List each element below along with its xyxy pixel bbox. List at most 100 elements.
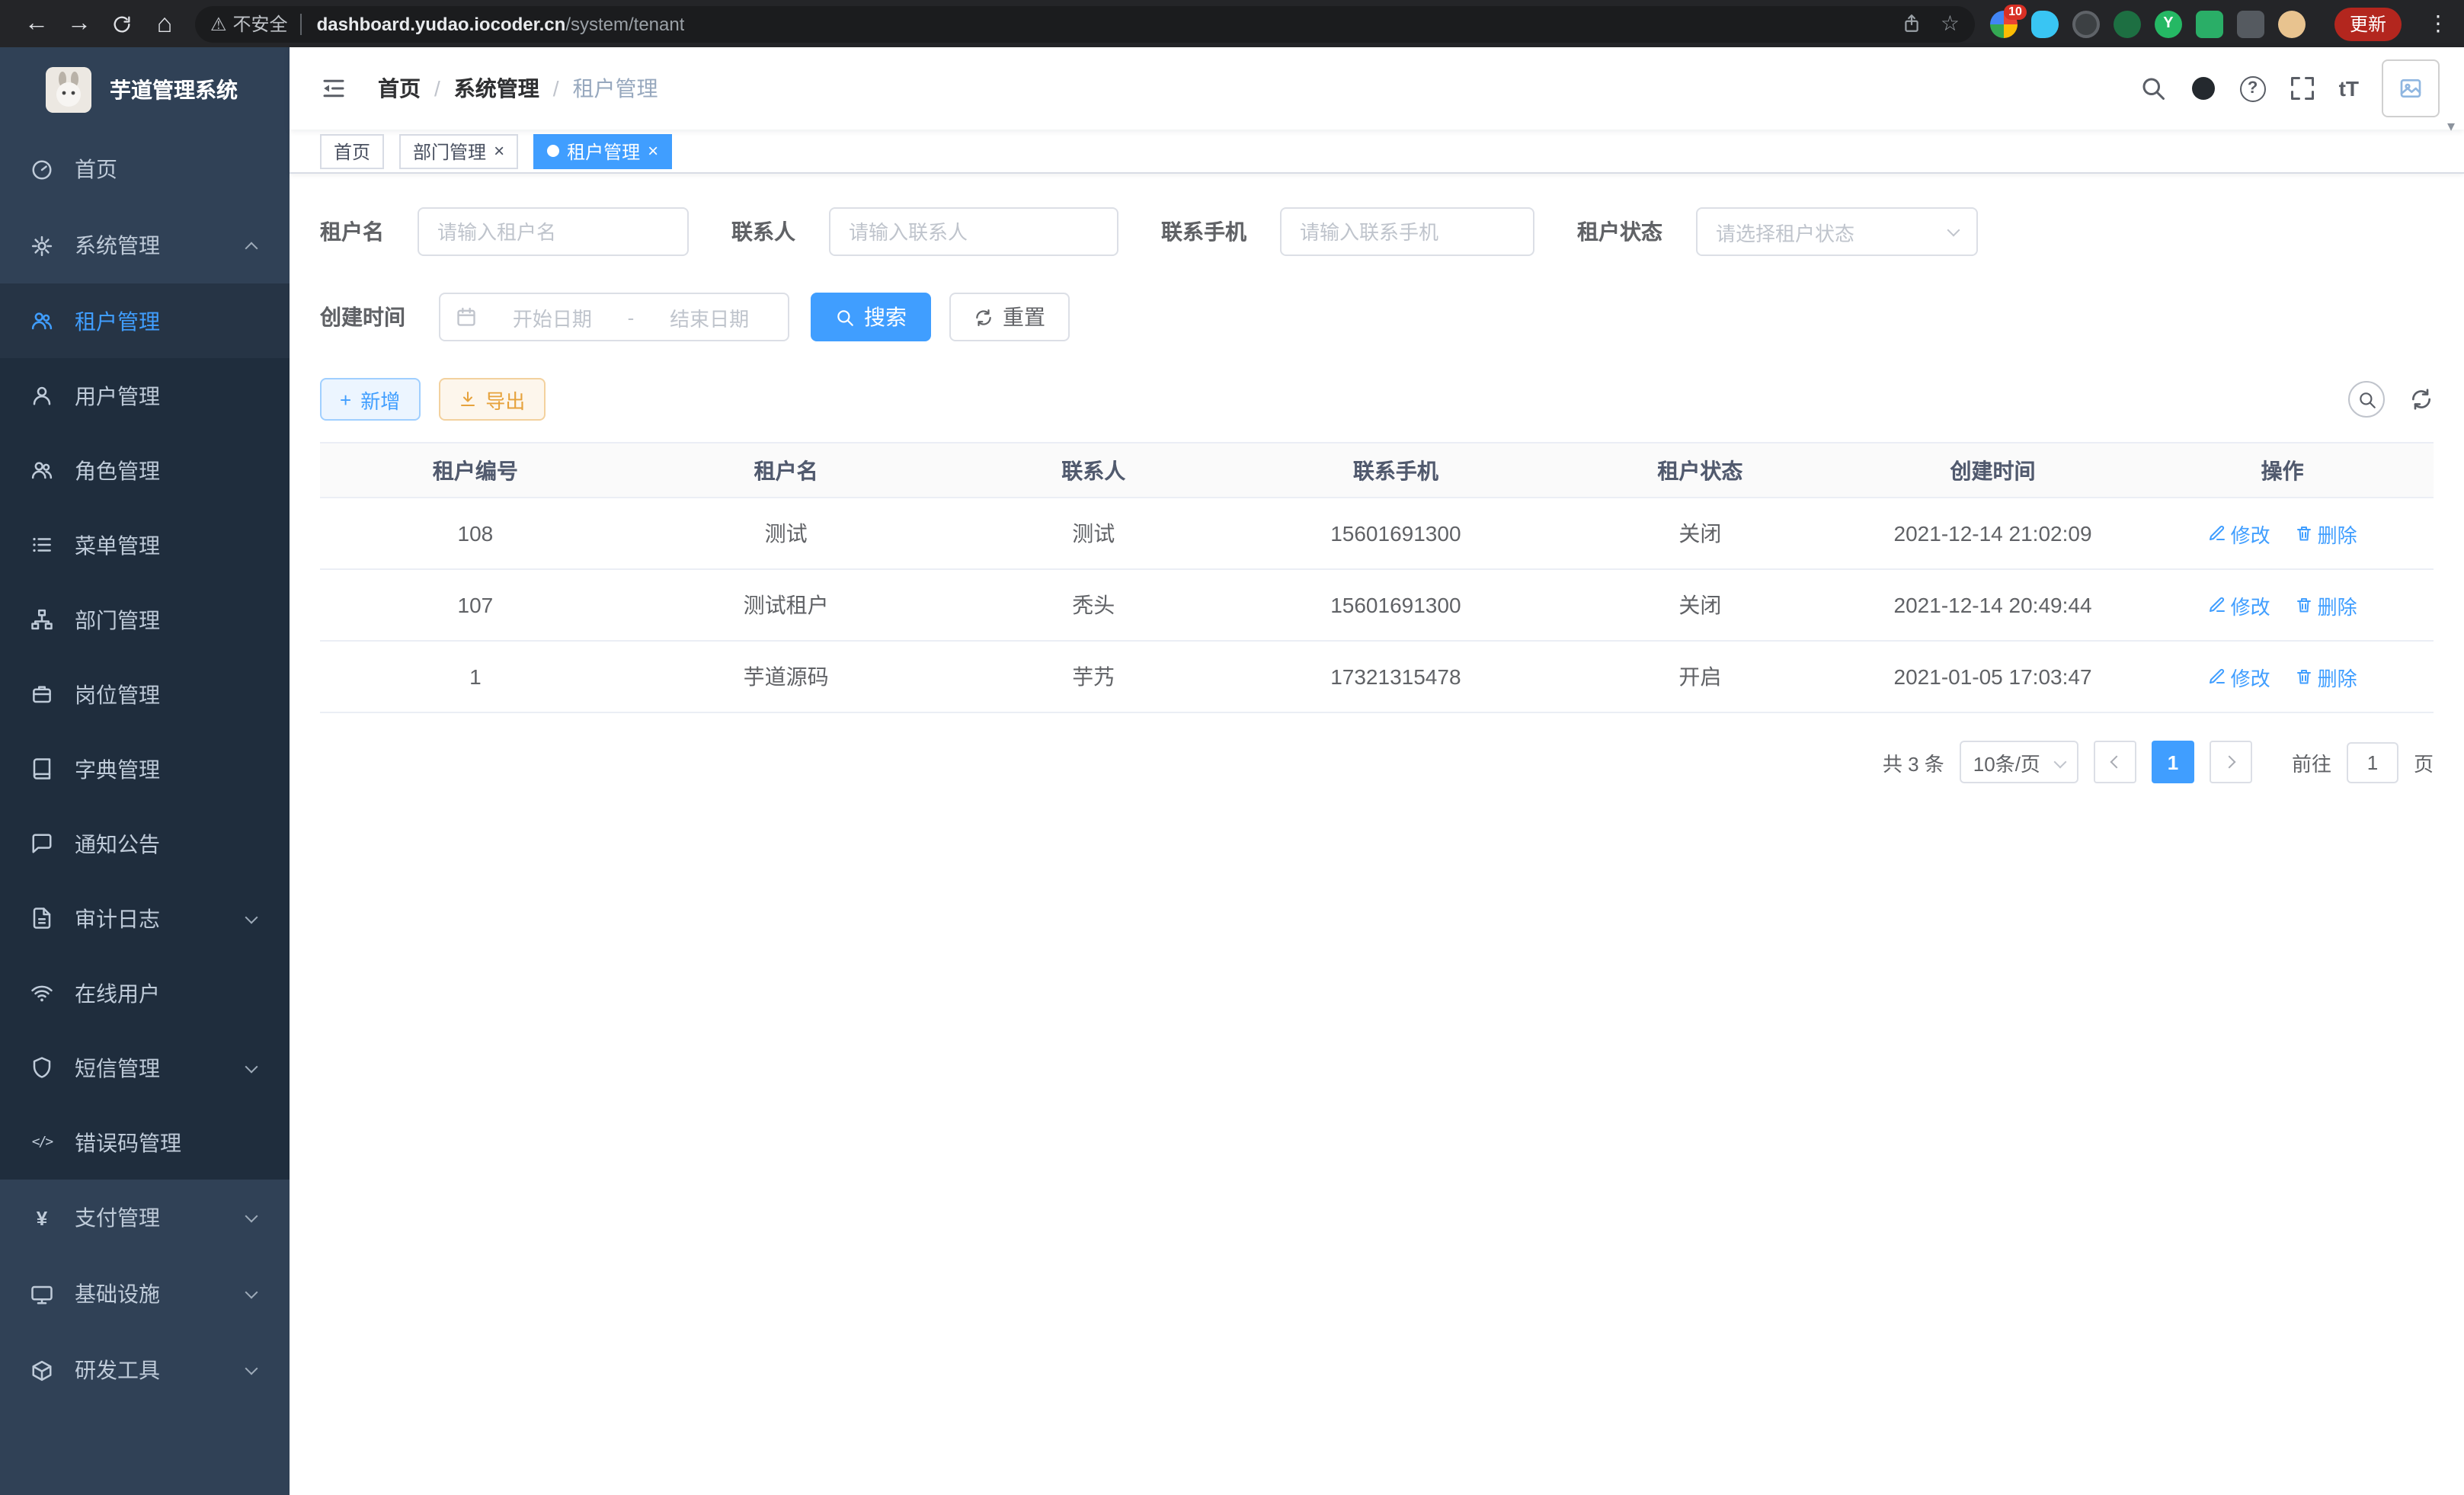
show-search-toggle-button[interactable] — [2348, 381, 2385, 418]
cell-tenant-name: 测试 — [631, 498, 942, 569]
fullscreen-icon[interactable] — [2289, 75, 2316, 102]
edit-button[interactable]: 修改 — [2208, 662, 2270, 691]
date-start-placeholder[interactable]: 开始日期 — [489, 303, 616, 331]
help-icon[interactable]: ? — [2240, 75, 2266, 101]
sidebar-item-user[interactable]: 用户管理 — [0, 358, 290, 433]
search-icon[interactable] — [2139, 75, 2167, 102]
browser-forward-button[interactable]: → — [58, 2, 101, 45]
browser-back-button[interactable]: ← — [15, 2, 58, 45]
cell-contact: 测试 — [942, 498, 1246, 569]
top-navbar: 首页 / 系统管理 / 租户管理 ? tT ▾ — [290, 47, 2464, 130]
chevron-down-icon — [1947, 224, 1960, 237]
breadcrumb: 首页 / 系统管理 / 租户管理 — [378, 73, 658, 104]
sidebar-item-label: 首页 — [75, 154, 117, 184]
sidebar-item-devtools[interactable]: 研发工具 — [0, 1332, 290, 1408]
extension-icon-multicolor[interactable]: 10 — [1990, 10, 2018, 37]
extension-icon-chat[interactable] — [2196, 10, 2223, 37]
gear-icon — [30, 234, 53, 257]
goto-page-input[interactable] — [2347, 741, 2398, 783]
edit-button[interactable]: 修改 — [2208, 591, 2270, 619]
sidebar-item-tenant[interactable]: 租户管理 — [0, 283, 290, 358]
close-icon[interactable]: × — [648, 140, 658, 162]
tenant-name-label: 租户名 — [320, 216, 384, 247]
breadcrumb-current: 租户管理 — [573, 73, 658, 104]
browser-home-button[interactable]: ⌂ — [143, 2, 186, 45]
logo-image — [46, 66, 91, 112]
font-size-icon[interactable]: tT — [2339, 76, 2359, 101]
prev-page-button[interactable] — [2094, 741, 2136, 783]
sidebar-item-label: 用户管理 — [75, 380, 160, 411]
sidebar-item-online-user[interactable]: 在线用户 — [0, 956, 290, 1030]
sidebar-item-role[interactable]: 角色管理 — [0, 433, 290, 507]
hamburger-fold-icon — [320, 75, 347, 102]
cell-created: 2021-01-05 17:03:47 — [1854, 641, 2131, 712]
sidebar-item-dict[interactable]: 字典管理 — [0, 731, 290, 806]
sidebar-item-infra[interactable]: 基础设施 — [0, 1256, 290, 1332]
refresh-table-icon[interactable] — [2409, 387, 2434, 411]
plus-icon: + — [340, 388, 351, 411]
edit-button[interactable]: 修改 — [2208, 519, 2270, 548]
phone-input[interactable] — [1280, 207, 1534, 256]
sidebar-item-audit-log[interactable]: 审计日志 — [0, 881, 290, 956]
next-page-button[interactable] — [2210, 741, 2252, 783]
tab-tenant[interactable]: 租户管理 × — [533, 133, 672, 168]
share-icon[interactable] — [1902, 14, 1922, 34]
avatar-dropdown-caret[interactable]: ▾ — [2447, 119, 2455, 136]
total-count: 共 3 条 — [1883, 748, 1944, 776]
github-icon[interactable] — [2190, 75, 2217, 102]
chevron-down-icon — [245, 1061, 258, 1074]
delete-label: 删除 — [2318, 662, 2357, 691]
tab-dept[interactable]: 部门管理 × — [399, 133, 518, 168]
security-label[interactable]: 不安全 — [233, 11, 288, 37]
sidebar-item-dept[interactable]: 部门管理 — [0, 582, 290, 657]
browser-update-button[interactable]: 更新 — [2334, 7, 2402, 40]
cell-tenant-id: 1 — [320, 641, 631, 712]
browser-menu-icon[interactable]: ⋮ — [2427, 11, 2449, 37]
tab-home[interactable]: 首页 — [320, 133, 384, 168]
sidebar-item-home[interactable]: 首页 — [0, 131, 290, 207]
page-size-select[interactable]: 10条/页 — [1960, 741, 2078, 783]
reset-button[interactable]: 重置 — [949, 293, 1070, 341]
sidebar-item-post[interactable]: 岗位管理 — [0, 657, 290, 731]
extension-icon-dark[interactable] — [2072, 10, 2100, 37]
document-icon — [30, 907, 53, 930]
extension-icon-green[interactable] — [2114, 10, 2141, 37]
browser-profile-avatar[interactable] — [2278, 10, 2306, 37]
delete-button[interactable]: 删除 — [2295, 591, 2357, 619]
sidebar-fold-button[interactable] — [311, 66, 357, 111]
sidebar-item-error-code[interactable]: </> 错误码管理 — [0, 1105, 290, 1180]
extension-icon-drop[interactable] — [2031, 10, 2059, 37]
delete-button[interactable]: 删除 — [2295, 519, 2357, 548]
delete-button[interactable]: 删除 — [2295, 662, 2357, 691]
page-number-1[interactable]: 1 — [2152, 741, 2194, 783]
tenant-name-input[interactable] — [418, 207, 689, 256]
toolbox-icon — [30, 1359, 53, 1381]
sidebar-item-label: 审计日志 — [75, 903, 160, 933]
export-button[interactable]: 导出 — [438, 378, 545, 421]
date-end-placeholder[interactable]: 结束日期 — [646, 303, 773, 331]
url-bar[interactable]: ⚠ 不安全 dashboard.yudao.iocoder.cn /system… — [195, 5, 1975, 42]
breadcrumb-home[interactable]: 首页 — [378, 73, 421, 104]
sidebar-item-menu[interactable]: 菜单管理 — [0, 507, 290, 582]
search-button[interactable]: 搜索 — [811, 293, 931, 341]
user-avatar[interactable] — [2382, 59, 2440, 117]
sidebar-item-sms[interactable]: 短信管理 — [0, 1030, 290, 1105]
date-range-picker[interactable]: 开始日期 - 结束日期 — [439, 293, 789, 341]
yen-icon: ¥ — [30, 1206, 53, 1229]
extensions-puzzle-icon[interactable] — [2237, 10, 2264, 37]
breadcrumb-system[interactable]: 系统管理 — [454, 73, 539, 104]
bookmark-star-icon[interactable]: ☆ — [1941, 11, 1960, 37]
status-label: 租户状态 — [1577, 216, 1662, 247]
status-select[interactable]: 请选择租户状态 — [1696, 207, 1978, 256]
sidebar-item-system[interactable]: 系统管理 — [0, 207, 290, 283]
tab-label: 部门管理 — [413, 138, 486, 164]
close-icon[interactable]: × — [494, 140, 504, 162]
browser-reload-button[interactable] — [101, 2, 143, 45]
edit-pencil-icon — [2208, 596, 2226, 614]
contact-input[interactable] — [829, 207, 1118, 256]
sidebar-item-payment[interactable]: ¥ 支付管理 — [0, 1180, 290, 1256]
sidebar-item-notice[interactable]: 通知公告 — [0, 806, 290, 881]
add-button[interactable]: + 新增 — [320, 378, 420, 421]
sidebar-logo[interactable]: 芋道管理系统 — [0, 47, 290, 131]
extension-icon-y[interactable]: Y — [2155, 10, 2182, 37]
